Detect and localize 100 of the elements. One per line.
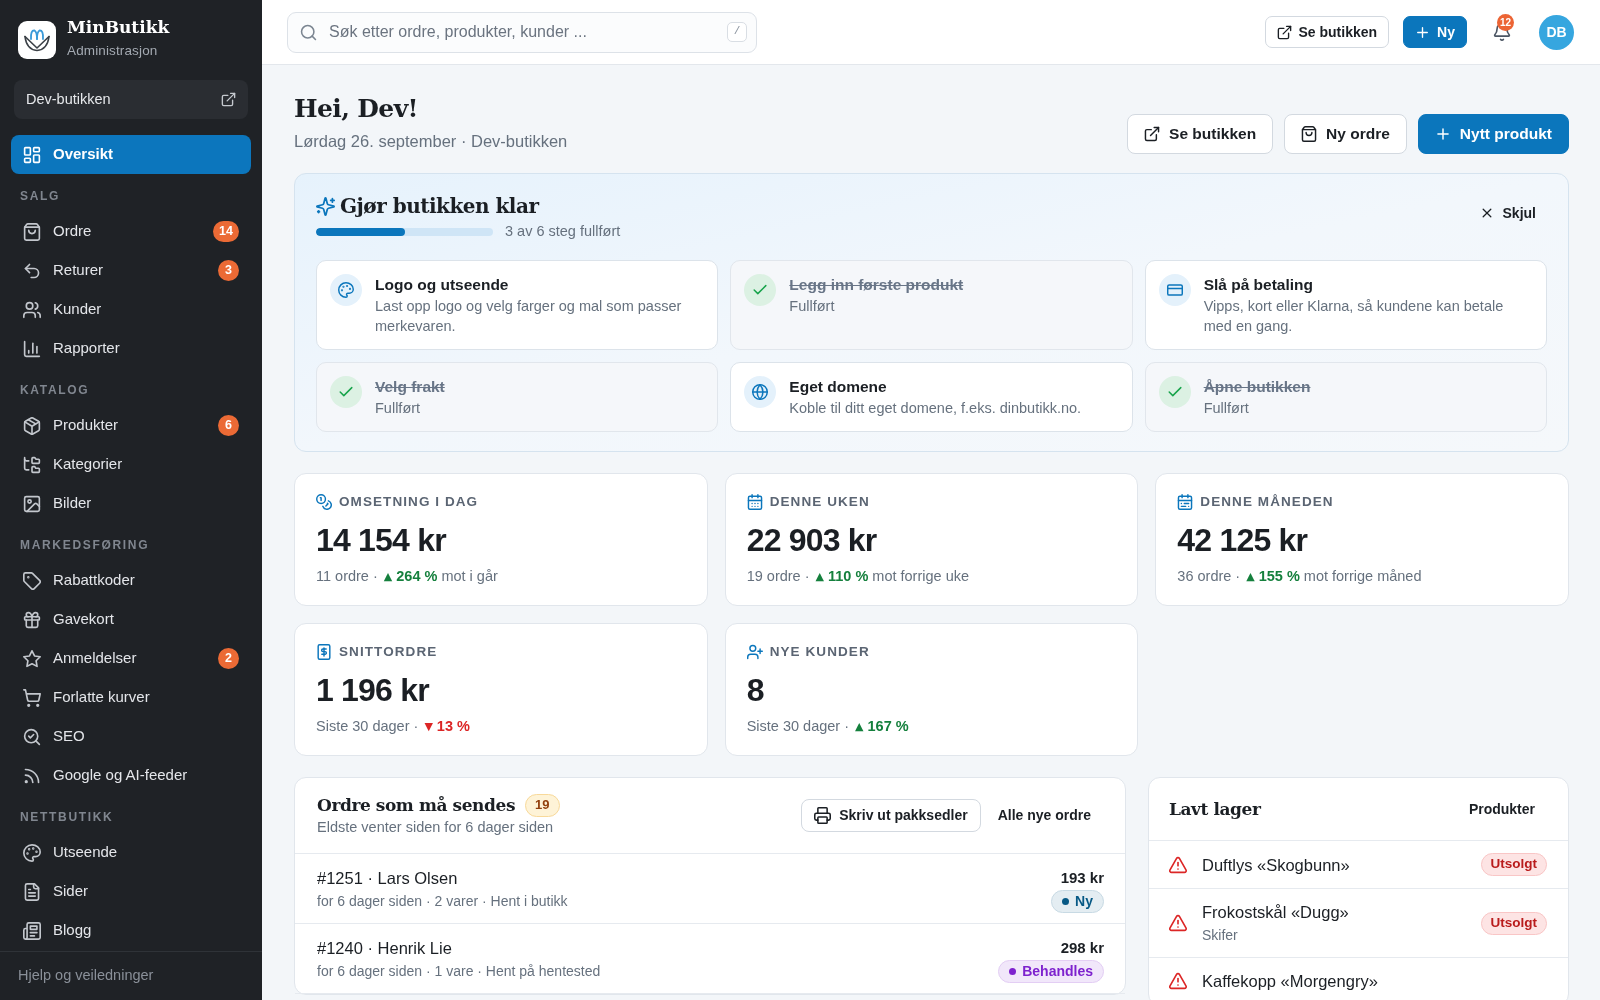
nav-item[interactable]: SEO: [11, 717, 251, 756]
nav-item[interactable]: Anmeldelser 2: [11, 639, 251, 678]
order-title: #1240 · Henrik Lie: [317, 938, 453, 959]
nav-item[interactable]: Utseende: [11, 833, 251, 872]
stat-value: 22 903 kr: [746, 521, 878, 560]
print-button[interactable]: Skriv ut pakksedler: [801, 798, 981, 832]
sparkles-icon: [316, 196, 335, 216]
stat-label: OMSETNING I DAG: [339, 492, 479, 511]
dashboard-icon: [23, 145, 41, 164]
rss-icon: [23, 766, 41, 785]
order-details: for 6 dager siden · 1 vare · Hent på hentested: [317, 962, 601, 981]
warning-icon: [1169, 972, 1187, 990]
stat-meta: 11 ordre ·: [316, 567, 378, 587]
store-switcher[interactable]: Dev-butikken: [14, 80, 248, 119]
header-button[interactable]: Se butikken: [1264, 16, 1390, 48]
tag-icon: [23, 571, 41, 590]
nav-item[interactable]: Rapporter: [11, 329, 251, 368]
brand-subtitle: Administrasjon: [67, 42, 159, 60]
stat-value: 42 125 kr: [1177, 521, 1309, 560]
progress-text: 3 av 6 steg fullført: [505, 222, 621, 242]
external-link-icon: [1276, 24, 1292, 40]
setup-step[interactable]: Åpne butikken Fullført: [1144, 362, 1547, 432]
count-badge: 6: [218, 415, 239, 436]
printer-icon: [814, 806, 832, 824]
nav-item[interactable]: Sider: [11, 872, 251, 911]
coins-icon: [316, 494, 332, 510]
nav-item[interactable]: Kategorier: [11, 445, 251, 484]
nav-item[interactable]: Forlatte kurver: [11, 678, 251, 717]
low-stock-title: Lavt lager: [1169, 798, 1261, 821]
nav-item[interactable]: Produkter 6: [11, 406, 251, 445]
count-badge: 19: [525, 793, 560, 817]
status-label: Ny: [1075, 892, 1093, 911]
star-icon: [23, 649, 41, 668]
stat-change: 264 %: [396, 567, 438, 587]
action-button[interactable]: Se butikken: [1127, 114, 1274, 154]
folder-tree-icon: [23, 455, 41, 474]
image-icon: [23, 494, 41, 513]
shopping-bag-icon: [23, 222, 41, 241]
stat-change: 167 %: [867, 717, 909, 737]
nav-item[interactable]: Oversikt: [11, 135, 251, 174]
step-title: Åpne butikken: [1203, 377, 1311, 397]
hide-button[interactable]: Skjul: [1467, 197, 1548, 229]
setup-step[interactable]: Velg frakt Fullført: [316, 362, 719, 432]
calendar-icon: [746, 494, 763, 510]
stat-meta: Siste 30 dager ·: [316, 717, 419, 737]
logo-icon: [18, 21, 56, 59]
warning-icon: [1169, 914, 1187, 932]
count-badge: 2: [218, 648, 239, 669]
setup-step[interactable]: Slå på betaling Vipps, kort eller Klarna, så kundene kan betale med en gang.: [1144, 260, 1547, 350]
document-icon: [23, 882, 41, 901]
external-link-icon: [221, 92, 236, 107]
action-button[interactable]: Ny ordre: [1284, 114, 1407, 154]
nav-item[interactable]: Bilder: [11, 484, 251, 523]
page-subtitle: Lørdag 26. september · Dev-butikken: [294, 131, 568, 152]
product-name: Kaffekopp «Morgengry»: [1202, 971, 1379, 992]
newspaper-icon: [23, 921, 41, 940]
setup-step[interactable]: Eget domene Koble til ditt eget domene, f.eks. dinbutikk.no.: [730, 362, 1133, 432]
stat-meta: Siste 30 dager ·: [746, 717, 850, 737]
search-check-icon: [23, 727, 41, 746]
step-description: Fullført: [789, 297, 836, 316]
trend-arrow: ▲: [815, 568, 824, 585]
package-icon: [23, 416, 41, 435]
nav-item[interactable]: Blogg: [11, 911, 251, 950]
section-heading: SALG: [19, 188, 62, 205]
action-button[interactable]: Nytt produkt: [1417, 114, 1569, 154]
nav-item[interactable]: Ordre 14: [11, 212, 251, 251]
trend-arrow: ▲: [855, 718, 864, 735]
orders-link[interactable]: Alle nye ordre: [984, 798, 1104, 832]
step-description: Fullført: [375, 399, 422, 418]
undo-arrow-icon: [23, 261, 41, 280]
header-button[interactable]: Ny: [1403, 16, 1467, 48]
stat-change: 13 %: [436, 717, 470, 737]
section-heading: KATALOG: [19, 382, 91, 399]
nav-item[interactable]: Google og AI-feeder: [11, 756, 251, 795]
step-title: Legg inn første produkt: [789, 275, 964, 295]
step-description: Fullført: [1203, 399, 1250, 418]
stat-change: 155 %: [1258, 567, 1300, 587]
nav-item[interactable]: Rabattkoder: [11, 561, 251, 600]
check-icon: [744, 274, 777, 306]
status-label: Behandles: [1022, 962, 1093, 981]
stat-label: DENNE MÅNEDEN: [1200, 492, 1334, 511]
step-title: Logo og utseende: [375, 275, 510, 295]
product-variant: Skifer: [1202, 926, 1239, 945]
nav-item[interactable]: Kunder: [11, 290, 251, 329]
stat-comparison: mot forrige uke: [872, 567, 970, 587]
help-link[interactable]: Hjelp og veiledninger: [18, 965, 154, 987]
shopping-bag-icon: [1301, 126, 1318, 142]
nav-item[interactable]: Gavekort: [11, 600, 251, 639]
nav-item[interactable]: Returer 3: [11, 251, 251, 290]
products-link[interactable]: Produkter: [1456, 793, 1547, 825]
step-description: Vipps, kort eller Klarna, så kundene kan betale med en gang.: [1203, 297, 1505, 336]
setup-step[interactable]: Legg inn første produkt Fullført: [730, 260, 1133, 350]
stat-comparison: mot forrige måned: [1303, 567, 1422, 587]
external-link-icon: [1144, 126, 1161, 142]
setup-step[interactable]: Logo og utseende Last opp logo og velg farger og mal som passer merkevaren.: [316, 260, 719, 350]
section-heading: MARKEDSFØRING: [19, 537, 151, 554]
step-title: Velg frakt: [375, 377, 445, 397]
count-badge: 3: [218, 260, 239, 281]
stock-badge: Utsolgt: [1480, 853, 1547, 876]
check-icon: [1158, 376, 1191, 408]
